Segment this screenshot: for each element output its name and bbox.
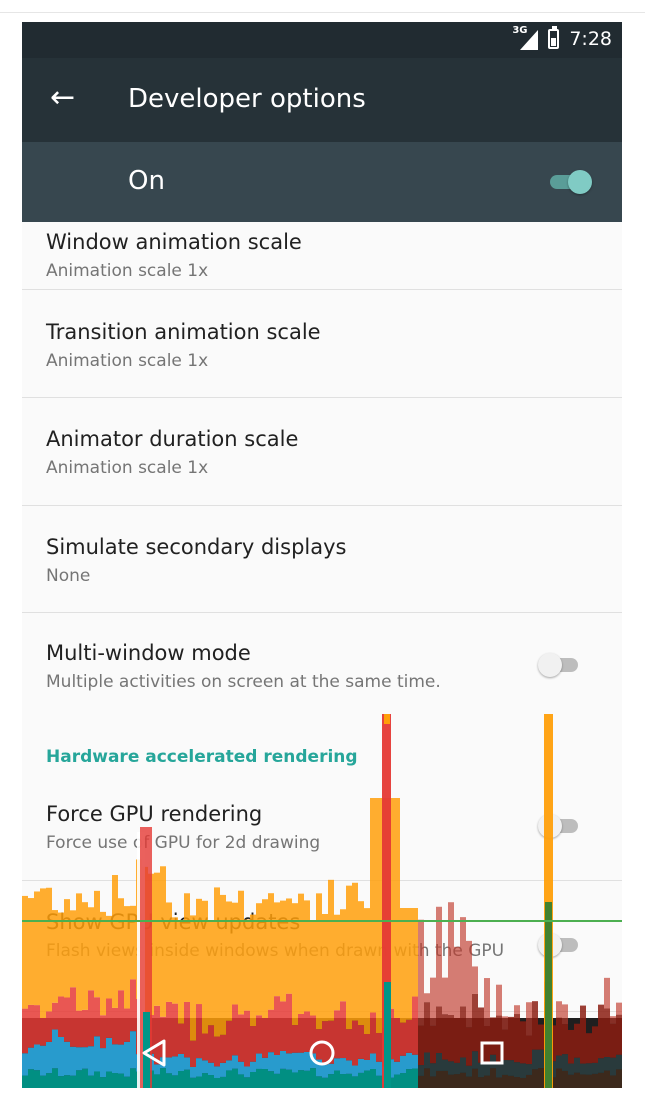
settings-list: Window animation scale Animation scale 1… [22,222,622,1088]
setting-animator-duration-scale[interactable]: Animator duration scale Animation scale … [22,398,622,506]
page-title: Developer options [128,84,366,114]
multi-window-toggle-switch[interactable] [538,653,580,677]
setting-subtitle: Animation scale 1x [46,351,209,371]
back-triangle-icon[interactable] [134,1033,174,1073]
setting-transition-animation-scale[interactable]: Transition animation scale Animation sca… [22,290,622,398]
master-switch-label: On [128,166,165,196]
setting-title: Force GPU rendering [46,802,263,826]
setting-subtitle: Animation scale 1x [46,458,209,478]
status-icons: 3G 7:28 [512,25,612,50]
setting-title: Animator duration scale [46,427,299,451]
phone-screen: 3G 7:28 ← Developer options On Window an… [22,22,622,1088]
navigation-bar [22,1018,622,1088]
clock: 7:28 [569,28,612,50]
window-top-edge [0,0,645,13]
setting-simulate-secondary-displays[interactable]: Simulate secondary displays None [22,506,622,613]
arrow-back-icon[interactable]: ← [50,82,75,114]
setting-subtitle: Multiple activities on screen at the sam… [46,672,441,692]
setting-title: Show GPU view updates [46,910,301,934]
setting-subtitle: Animation scale 1x [46,261,209,281]
setting-title: Simulate secondary displays [46,535,347,559]
gpu-view-updates-toggle-switch[interactable] [538,933,580,957]
home-circle-icon[interactable] [302,1033,342,1073]
cellular-signal-icon: 3G [512,25,539,50]
force-gpu-toggle-switch[interactable] [538,814,580,838]
setting-show-gpu-view-updates[interactable]: Show GPU view updates Flash views inside… [22,881,622,1012]
setting-title: Multi-window mode [46,641,251,665]
setting-title: Transition animation scale [46,320,321,344]
master-switch-bar[interactable]: On [22,142,622,222]
battery-icon [548,26,560,49]
app-bar: ← Developer options [22,58,622,142]
setting-subtitle: None [46,566,91,586]
setting-multi-window-mode[interactable]: Multi-window mode Multiple activities on… [22,613,622,718]
setting-subtitle: Force use of GPU for 2d drawing [46,833,321,853]
section-header: Hardware accelerated rendering [46,747,358,767]
setting-subtitle: Flash views inside windows when drawn wi… [46,941,505,961]
master-toggle-switch[interactable] [550,170,592,194]
recents-square-icon[interactable] [472,1033,512,1073]
setting-window-animation-scale[interactable]: Window animation scale Animation scale 1… [22,222,622,290]
status-bar: 3G 7:28 [22,22,622,58]
setting-force-gpu-rendering[interactable]: Force GPU rendering Force use of GPU for… [22,782,622,881]
setting-title: Window animation scale [46,230,302,254]
